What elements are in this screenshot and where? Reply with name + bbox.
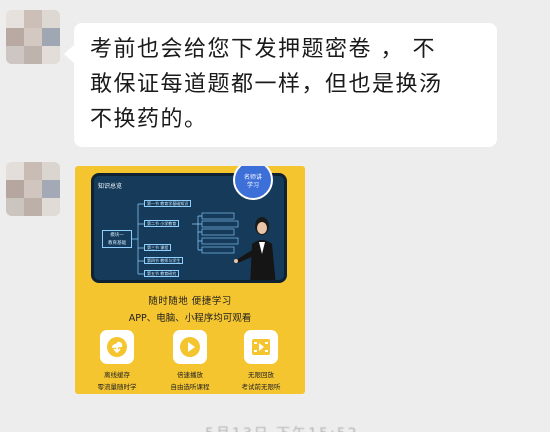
mind-map-node: 第四节 教师与学生: [144, 257, 184, 264]
mind-map-root-line: 教育基础: [108, 241, 126, 246]
avatar-pixel: [6, 180, 24, 198]
avatar-pixel: [24, 10, 42, 28]
promo-slogan: 随时随地 便捷学习: [148, 296, 232, 307]
message-timestamp: 5月13日 下午15:52: [205, 423, 359, 432]
teacher-figure: [234, 217, 276, 280]
mind-map-node: 第一节 教育学基础知识: [144, 200, 192, 207]
video-replay-icon: [244, 330, 278, 364]
avatar-pixel: [24, 28, 42, 46]
avatar-pixel: [6, 46, 24, 64]
avatar-pixel: [6, 198, 24, 216]
avatar-pixel: [42, 162, 60, 180]
avatar-pixel: [24, 180, 42, 198]
avatar-pixel: [42, 28, 60, 46]
mind-map-node: 第五节 教育研究: [144, 270, 180, 277]
feature-title: 倍速播放: [177, 371, 203, 379]
mind-map-node: 第二节 小学教育: [144, 220, 180, 227]
feature-title: 无限回放: [248, 371, 274, 379]
message-line: 敢保证每道题都一样，但也是换汤: [90, 72, 443, 97]
mind-map-root-line: 模块一: [110, 233, 124, 238]
avatar-pixel: [24, 162, 42, 180]
feature-subtitle: 自由选听课程: [170, 383, 210, 391]
feature-subtitle: 考试前无限听: [241, 383, 281, 391]
sender-avatar[interactable]: [6, 10, 60, 64]
mind-map-root: 模块一 教育基础: [102, 230, 132, 248]
mind-map-node: 第三节 课程: [144, 244, 172, 251]
feature-title: 离线缓存: [104, 371, 130, 379]
badge-line: 名师讲: [243, 174, 262, 181]
avatar-pixel: [6, 162, 24, 180]
avatar-pixel: [6, 28, 24, 46]
avatar-pixel: [24, 198, 42, 216]
feature-unlimited-replay: 无限回放 考试前无限听: [226, 330, 296, 391]
message-text: 考前也会给您下发押题密卷 ， 不 敢保证每道题都一样，但也是换汤 不换药的。: [90, 32, 481, 137]
sender-avatar[interactable]: [6, 162, 60, 216]
promo-platforms: APP、电脑、小程序均可观看: [128, 313, 252, 324]
message-line: 不换药的。: [90, 107, 208, 132]
play-icon: [173, 330, 207, 364]
badge-line: 学习: [246, 182, 259, 189]
download-cloud-icon: [100, 330, 134, 364]
message-line: 考前也会给您下发押题密卷 ， 不: [90, 37, 436, 62]
avatar-pixel: [24, 46, 42, 64]
feature-subtitle: 零流量随时学: [97, 383, 137, 391]
avatar-pixel: [42, 10, 60, 28]
message-bubble[interactable]: 考前也会给您下发押题密卷 ， 不 敢保证每道题都一样，但也是换汤 不换药的。: [64, 23, 497, 147]
avatar-pixel: [42, 180, 60, 198]
avatar-pixel: [42, 198, 60, 216]
image-message[interactable]: 知识总览 模块一 教育基础 第一节 教育学基础知识 第二节 小学教育 第三节 课…: [75, 166, 305, 394]
avatar-pixel: [6, 10, 24, 28]
feature-offline-cache: 离线缓存 零流量随时学: [82, 330, 152, 391]
feature-speed-playback: 倍速播放 自由选听课程: [155, 330, 225, 391]
avatar-pixel: [42, 46, 60, 64]
